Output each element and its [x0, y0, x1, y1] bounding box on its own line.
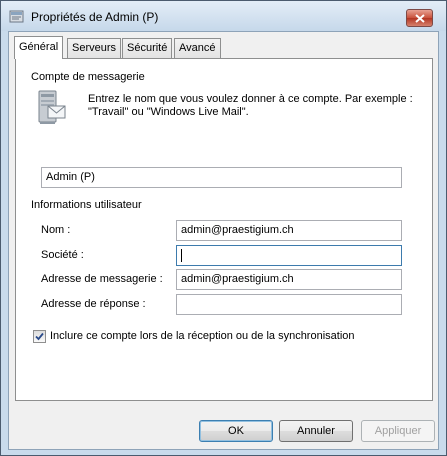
tab-security[interactable]: Sécurité — [122, 38, 173, 58]
close-button[interactable] — [406, 9, 433, 27]
include-account-checkbox[interactable] — [33, 330, 46, 343]
company-field[interactable] — [176, 245, 402, 266]
tab-servers[interactable]: Serveurs — [67, 38, 122, 58]
account-name-instruction: Entrez le nom que vous voulez donner à c… — [88, 93, 413, 118]
tab-general[interactable]: Général — [14, 36, 64, 59]
mail-account-icon — [38, 90, 66, 124]
title-bar[interactable]: Propriétés de Admin (P) — [1, 1, 446, 31]
email-address-label: Adresse de messagerie : — [41, 273, 163, 285]
reply-address-field[interactable] — [176, 294, 402, 315]
cancel-button[interactable]: Annuler — [279, 420, 353, 442]
name-field[interactable]: admin@praestigium.ch — [176, 220, 402, 241]
mail-account-group-label: Compte de messagerie — [31, 71, 145, 83]
dialog-body: Général Serveurs Sécurité Avancé Compte … — [8, 31, 439, 450]
checkmark-icon — [35, 332, 44, 341]
name-label: Nom : — [41, 224, 71, 236]
group-divider — [149, 78, 399, 79]
ok-button[interactable]: OK — [199, 420, 273, 442]
text-caret — [181, 249, 182, 262]
reply-address-label: Adresse de réponse : — [41, 298, 146, 310]
account-name-field[interactable]: Admin (P) — [41, 167, 402, 188]
include-account-label[interactable]: Inclure ce compte lors de la réception o… — [50, 330, 355, 342]
group-divider — [159, 206, 399, 207]
user-info-group-label: Informations utilisateur — [31, 199, 142, 211]
close-icon — [414, 13, 425, 23]
company-label: Société : — [41, 249, 84, 261]
general-tab-panel: Compte de messagerie Entrez le nom que v… — [15, 58, 433, 401]
email-address-field[interactable]: admin@praestigium.ch — [176, 269, 402, 290]
tab-advanced[interactable]: Avancé — [174, 38, 221, 58]
apply-button[interactable]: Appliquer — [361, 420, 435, 442]
window-title: Propriétés de Admin (P) — [31, 10, 159, 24]
account-properties-icon — [9, 10, 24, 23]
properties-dialog: Propriétés de Admin (P) Général Serveurs… — [0, 0, 447, 456]
